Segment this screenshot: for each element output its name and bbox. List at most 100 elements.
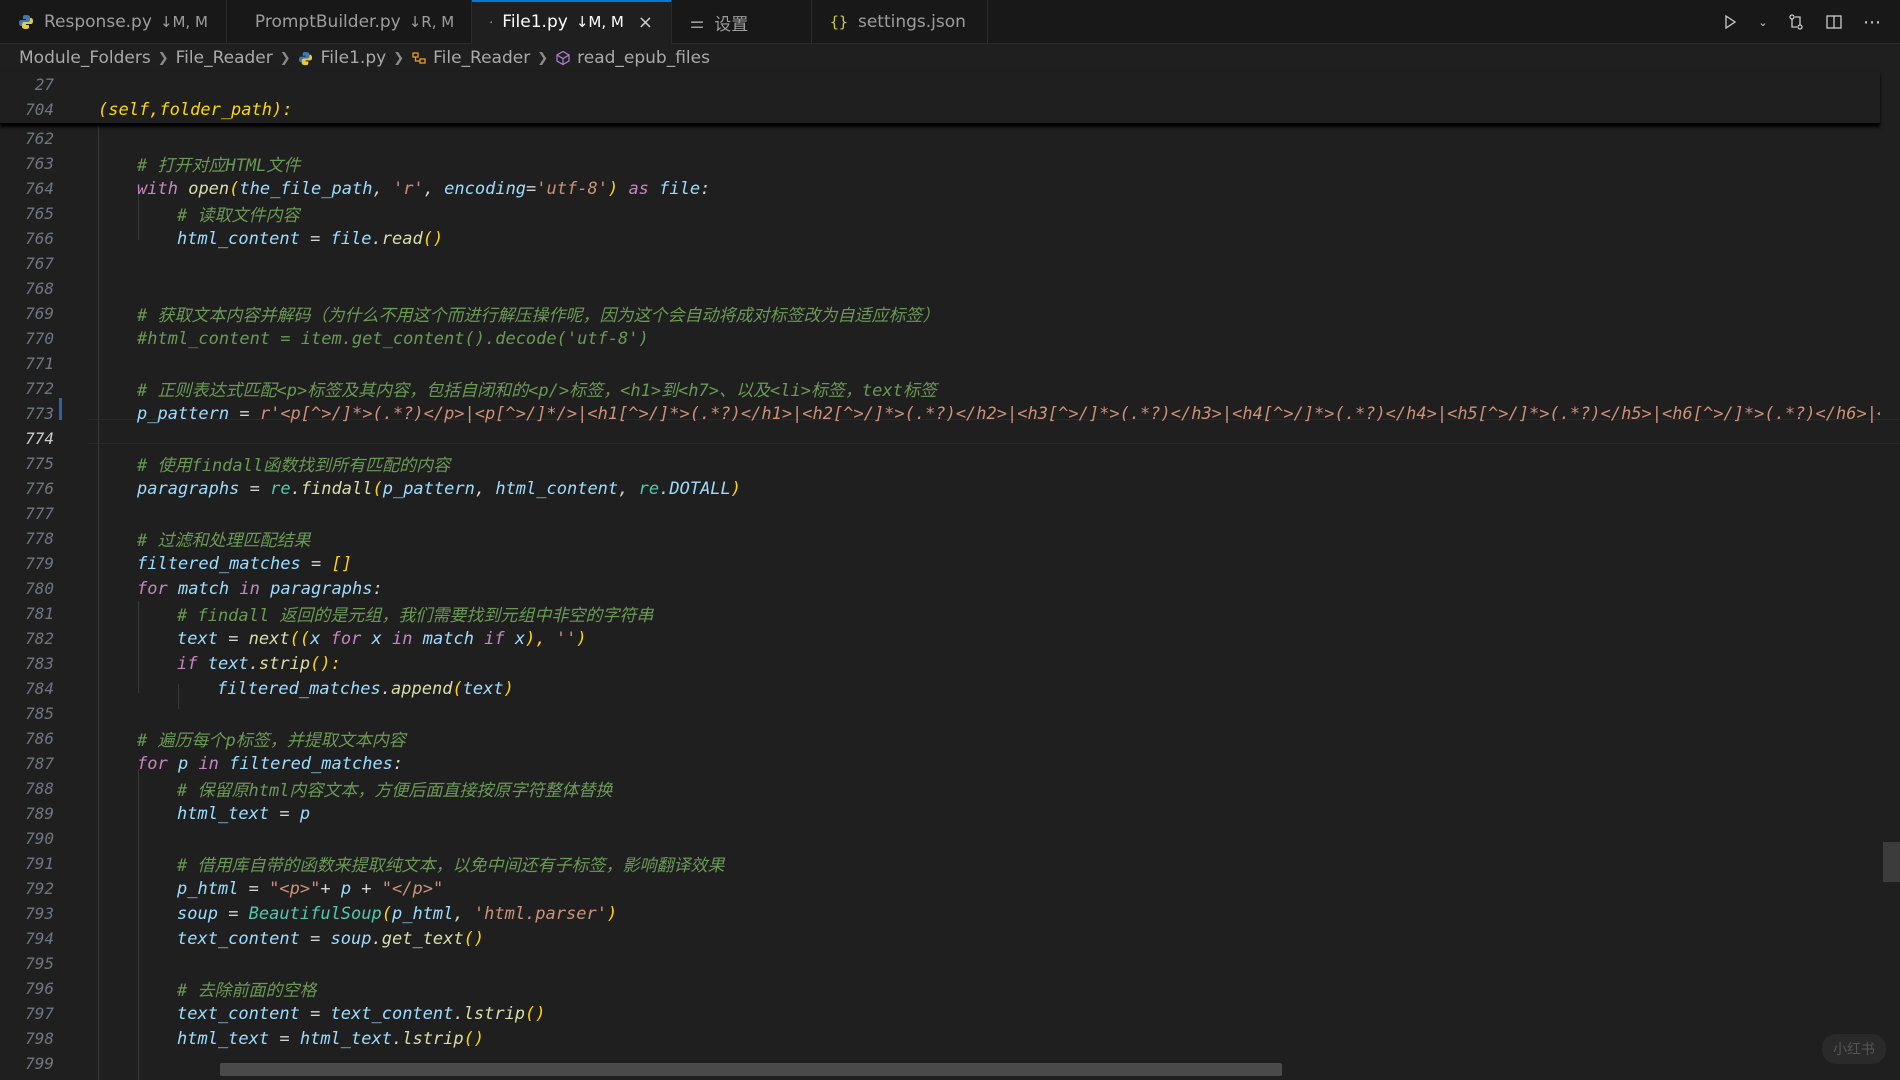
code-editor[interactable]: 762 763 # 打开对应HTML文件 764 with open(the_fil… xyxy=(0,72,1900,1080)
line-number: 763 xyxy=(25,154,54,173)
token: , xyxy=(618,478,639,499)
token: = xyxy=(299,928,331,949)
token: if xyxy=(177,653,198,674)
token: , xyxy=(453,903,474,924)
token: () xyxy=(463,1028,485,1049)
token: "</p>" xyxy=(381,878,444,899)
token: next xyxy=(248,628,290,649)
settings-sliders-icon: ⚌ xyxy=(689,12,705,32)
code-line: 777 xyxy=(0,501,1880,526)
vertical-scrollbar-thumb[interactable] xyxy=(1883,842,1900,882)
token: = xyxy=(299,1003,331,1024)
token: ) xyxy=(607,178,619,199)
line-number: 785 xyxy=(25,704,54,723)
line-number: 783 xyxy=(25,654,54,673)
line-number: 777 xyxy=(25,504,54,523)
tab-response-py[interactable]: Response.py ↓M, M xyxy=(0,0,227,44)
code-line: 785 xyxy=(0,701,1880,726)
token: re xyxy=(638,478,660,499)
line-number: 780 xyxy=(25,579,54,598)
comment: # 正则表达式匹配<p>标签及其内容，包括自闭和的<p/>标签，<h1>到<h7… xyxy=(137,381,937,401)
token: x xyxy=(361,628,393,649)
line-number: 766 xyxy=(25,229,54,248)
code-line: 764 with open(the_file_path, 'r', encodin… xyxy=(0,176,1880,201)
token: html_content xyxy=(177,228,300,249)
breadcrumb-label: read_epub_files xyxy=(577,48,710,68)
token: 'utf-8' xyxy=(536,178,608,199)
tab-settings-json[interactable]: {} settings.json xyxy=(812,0,988,44)
token: re xyxy=(270,478,291,499)
token: = xyxy=(300,553,332,574)
token: file xyxy=(659,178,701,199)
token: '' xyxy=(555,628,577,649)
breadcrumb-file[interactable]: File1.py xyxy=(298,48,386,68)
token: .DOTALL xyxy=(659,478,731,499)
token: x xyxy=(310,628,331,649)
comment: # 去除前面的空格 xyxy=(177,981,317,1001)
comment: # 使用findall函数找到所有匹配的内容 xyxy=(137,456,451,476)
tab-label: Response.py xyxy=(44,12,152,32)
line-number: 770 xyxy=(25,329,54,348)
token: , xyxy=(423,178,445,199)
tab-file1-py[interactable]: File1.py ↓M, M × xyxy=(471,0,672,44)
token: match xyxy=(412,628,485,649)
token: paragraphs xyxy=(259,578,373,599)
token: the_file_path xyxy=(239,178,373,199)
more-actions-icon[interactable]: ⋯ xyxy=(1862,12,1882,33)
code-line: 796 # 去除前面的空格 xyxy=(0,976,1880,1001)
token: ) xyxy=(730,478,742,499)
chevron-down-icon[interactable]: ⌄ xyxy=(1758,12,1768,32)
token: "<p>" xyxy=(269,878,321,899)
sticky-line[interactable]: 27 xyxy=(0,72,1880,97)
compare-changes-icon[interactable] xyxy=(1786,12,1806,32)
comment: # 打开对应HTML文件 xyxy=(137,156,301,176)
token: in xyxy=(198,753,219,774)
breadcrumb-method[interactable]: read_epub_files xyxy=(555,48,710,68)
line-number: 27 xyxy=(34,75,54,94)
comment: # 过滤和处理匹配结果 xyxy=(137,531,311,551)
comment: # 读取文件内容 xyxy=(177,206,300,226)
class-symbol-icon xyxy=(412,52,426,64)
line-number: 787 xyxy=(25,754,54,773)
token: ( xyxy=(229,178,240,199)
run-icon[interactable] xyxy=(1720,12,1740,32)
sticky-line[interactable]: 704 (self,folder_path): xyxy=(0,97,1880,122)
breadcrumb-class[interactable]: File_Reader xyxy=(411,48,530,68)
comment: # 借用库自带的函数来提取纯文本，以免中间还有子标签，影响翻译效果 xyxy=(177,856,725,876)
token: p xyxy=(340,878,352,899)
token: = xyxy=(239,478,271,499)
code-line: 782 text = next((x for x in match if x), … xyxy=(0,626,1880,651)
tab-promptbuilder-py[interactable]: PromptBuilder.py ↓R, M xyxy=(227,0,472,44)
code-line: 774 xyxy=(0,426,1880,451)
token: lstrip xyxy=(402,1028,464,1049)
token: encoding xyxy=(444,178,527,199)
close-icon[interactable]: × xyxy=(638,12,653,33)
token: . xyxy=(248,653,259,674)
code-line: 768 xyxy=(0,276,1880,301)
watermark: 小红书 xyxy=(1822,1034,1886,1064)
code-line: 795 xyxy=(0,951,1880,976)
token: html_text xyxy=(177,1028,270,1049)
git-status: ↓M, M xyxy=(575,13,624,31)
code-line: 788 # 保留原html内容文本，方便后面直接按原字符整体替换 xyxy=(0,776,1880,801)
token: p_html xyxy=(391,903,454,924)
sticky-scroll-header[interactable]: 27 704 (self,folder_path): xyxy=(0,72,1880,124)
line-number: 778 xyxy=(25,529,54,548)
token: filtered_matches xyxy=(137,553,301,574)
split-editor-icon[interactable] xyxy=(1824,12,1844,32)
token: as xyxy=(618,178,660,199)
line-number: 794 xyxy=(25,929,54,948)
line-number: 765 xyxy=(25,204,54,223)
tab-settings[interactable]: ⚌ 设置 xyxy=(672,0,812,44)
horizontal-scrollbar[interactable] xyxy=(220,1063,1282,1076)
code-line: 783 if text.strip(): xyxy=(0,651,1880,676)
line-number: 767 xyxy=(25,254,54,273)
line-number: 768 xyxy=(25,279,54,298)
line-number: 781 xyxy=(25,604,54,623)
code-line: 791 # 借用库自带的函数来提取纯文本，以免中间还有子标签，影响翻译效果 xyxy=(0,851,1880,876)
token: text_content xyxy=(177,928,300,949)
python-file-icon xyxy=(19,15,33,29)
token: open xyxy=(188,178,230,199)
breadcrumb-item[interactable]: File_Reader xyxy=(176,48,273,68)
breadcrumb-item[interactable]: Module_Folders xyxy=(19,48,151,68)
